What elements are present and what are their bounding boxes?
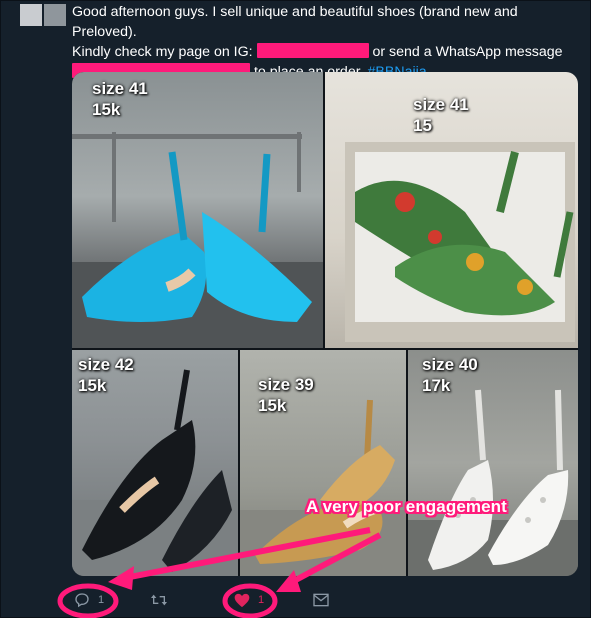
avatar-block (44, 4, 66, 26)
like-count: 1 (258, 594, 265, 606)
photo-white-heels[interactable]: size 40 17k (408, 350, 578, 576)
retweet-button[interactable] (150, 586, 168, 614)
tweet-text: Good afternoon guys. I sell unique and b… (72, 2, 584, 82)
tweet-text-line1: Good afternoon guys. I sell unique and b… (72, 4, 518, 40)
photo-black-heels[interactable]: size 42 15k (72, 350, 238, 576)
avatar-block (20, 4, 42, 26)
tweet-text-line2a: Kindly check my page on IG: (72, 44, 253, 60)
photo-print-heels[interactable]: size 41 15 (325, 72, 578, 348)
photo-label: size 39 15k (258, 375, 314, 415)
reply-button[interactable]: 1 (74, 586, 104, 614)
photo-label: size 40 17k (422, 355, 478, 395)
avatar[interactable] (20, 4, 66, 26)
reply-icon (75, 593, 89, 608)
tweet-actions: 1 1 (60, 586, 580, 614)
tweet-text-line2b: or send a WhatsApp message (372, 44, 563, 60)
photo-label: size 42 15k (78, 355, 134, 395)
photo-blue-heels[interactable]: size 41 15k (72, 72, 323, 348)
like-button[interactable]: 1 (234, 586, 264, 614)
mail-icon (313, 593, 329, 607)
photo-label: size 41 15 (413, 95, 469, 135)
heart-icon (234, 593, 250, 607)
reply-count: 1 (98, 594, 105, 606)
dm-button[interactable] (313, 586, 329, 614)
photo-gold-heels[interactable]: size 39 15k (240, 350, 406, 576)
retweet-icon (151, 594, 167, 606)
redacted-handle (256, 43, 369, 58)
photo-label: size 41 15k (92, 79, 148, 119)
annotation-callout: A very poor engagement (306, 497, 507, 516)
